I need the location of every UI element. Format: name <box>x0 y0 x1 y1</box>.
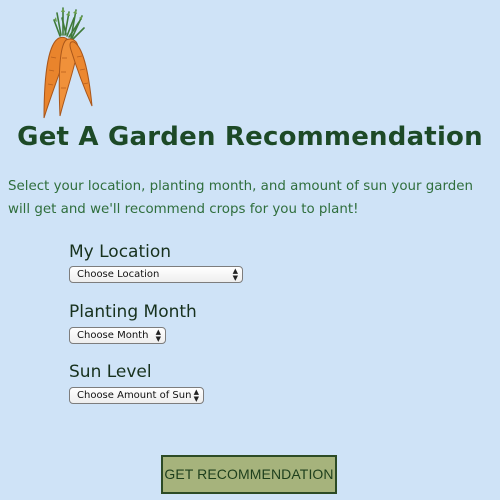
updown-arrows-icon: ▲ ▼ <box>232 267 238 282</box>
sun-select[interactable]: Choose Amount of Sun ▲ ▼ <box>69 387 204 404</box>
month-select[interactable]: Choose Month ▲ ▼ <box>69 327 166 344</box>
updown-arrows-icon: ▲ ▼ <box>155 328 161 343</box>
location-select[interactable]: Choose Location ▲ ▼ <box>69 266 243 283</box>
location-select-value: Choose Location <box>77 269 160 280</box>
sun-label: Sun Level <box>69 362 152 382</box>
page-title: Get A Garden Recommendation <box>17 122 483 152</box>
updown-arrows-icon: ▲ ▼ <box>193 388 199 403</box>
sun-select-value: Choose Amount of Sun <box>77 390 192 401</box>
carrots-icon <box>43 7 93 119</box>
location-label: My Location <box>69 242 172 262</box>
intro-text: Select your location, planting month, an… <box>8 179 473 217</box>
month-label: Planting Month <box>69 302 197 322</box>
month-select-value: Choose Month <box>77 330 149 341</box>
get-recommendation-button[interactable]: GET RECOMMENDATION <box>161 455 337 494</box>
